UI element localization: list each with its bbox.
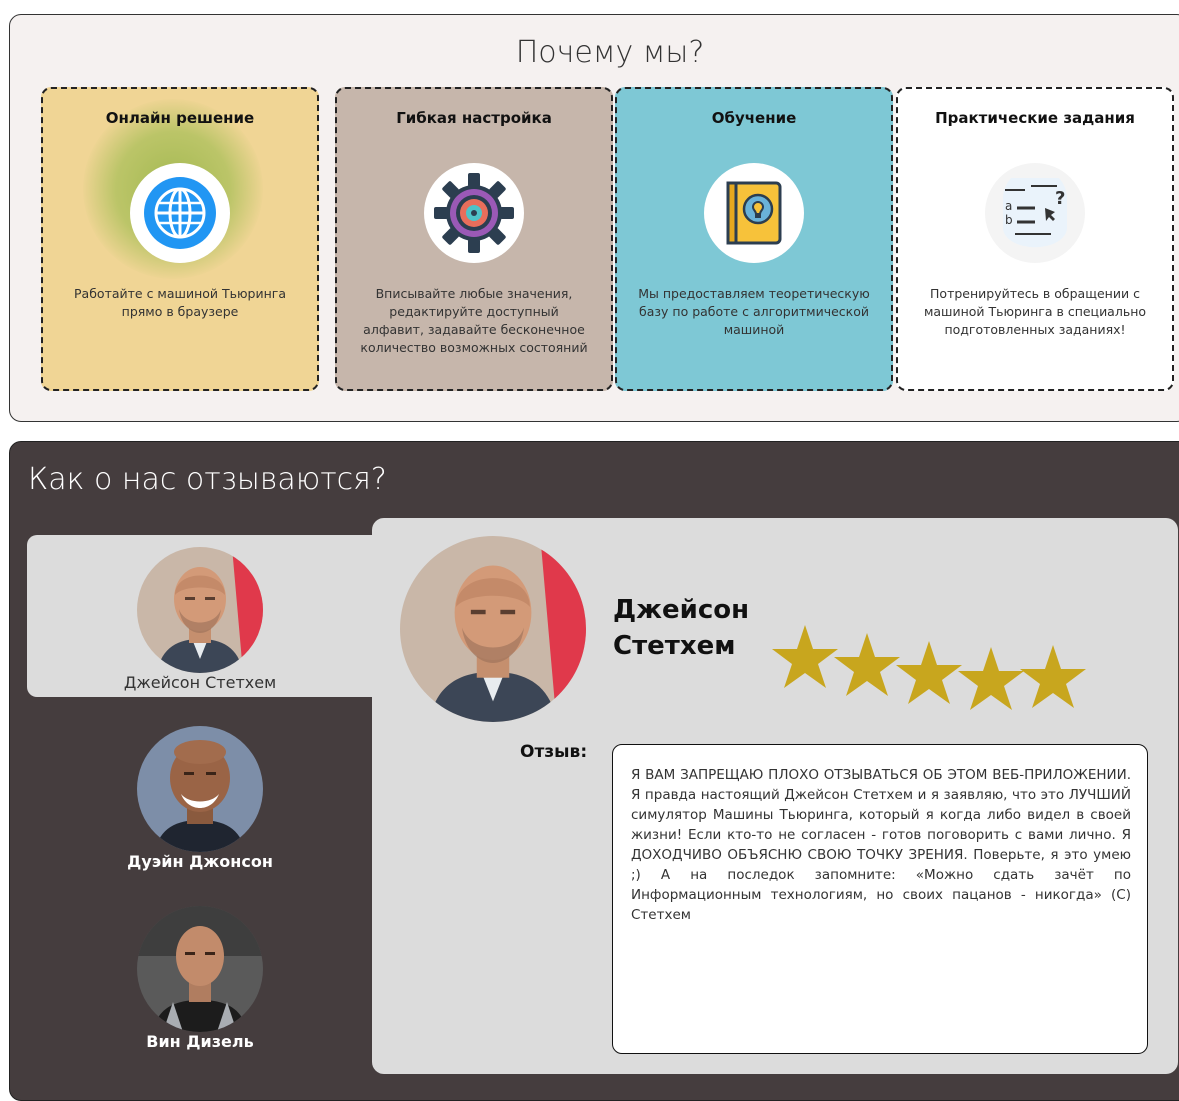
reviewer-name: Дуэйн Джонсон: [127, 852, 273, 871]
feature-card-practice: Практические задания ? a b Потренируйтес…: [896, 87, 1174, 391]
rating-stars: [772, 623, 1092, 717]
feature-card-title: Гибкая настройка: [396, 109, 552, 127]
gear-icon: [424, 163, 524, 263]
reviewer-item-johnson[interactable]: Дуэйн Джонсон: [27, 714, 373, 874]
svg-text:?: ?: [1055, 188, 1065, 209]
avatar: [400, 536, 586, 722]
feature-card-online: Онлайн решение Работайте с машиной Тьюри…: [41, 87, 319, 391]
review-detail-panel: Джейсон Стетхем Отзыв: Я ВАМ ЗАПРЕЩАЮ ПЛ…: [372, 518, 1178, 1074]
star-icon: [772, 625, 838, 688]
reviewer-item-diesel[interactable]: Вин Дизель: [27, 894, 373, 1054]
quiz-icon: ? a b: [985, 163, 1085, 263]
svg-text:b: b: [1005, 213, 1013, 227]
feature-card-title: Онлайн решение: [105, 109, 255, 127]
reviews-section: Как о нас отзываются? Джейсон Стетхем Ду…: [9, 441, 1179, 1101]
avatar: [137, 726, 263, 852]
reviewer-name: Вин Дизель: [146, 1032, 254, 1051]
reviewer-item-statham[interactable]: Джейсон Стетхем: [27, 535, 373, 697]
feature-card-title: Обучение: [711, 109, 797, 127]
feature-card-description: Работайте с машиной Тьюринга прямо в бра…: [74, 286, 286, 319]
star-icon: [958, 647, 1024, 710]
feature-card-learning: Обучение Мы предоставляем теоретическую …: [615, 87, 893, 391]
feature-card-settings: Гибкая настройка Вписывайте любые значен…: [335, 87, 613, 391]
selected-reviewer-name: Джейсон Стетхем: [613, 595, 750, 661]
star-icon: [1020, 645, 1086, 708]
lightbulb-book-icon: [704, 163, 804, 263]
review-text: Я ВАМ ЗАПРЕЩАЮ ПЛОХО ОТЗЫВАТЬСЯ ОБ ЭТОМ …: [612, 744, 1148, 1054]
reviews-title: Как о нас отзываются?: [28, 462, 387, 497]
why-us-title: Почему мы?: [515, 35, 705, 70]
svg-text:a: a: [1005, 199, 1012, 213]
feature-card-title: Практические задания: [935, 109, 1135, 127]
star-icon: [834, 633, 900, 696]
reviewer-name: Джейсон Стетхем: [123, 673, 277, 692]
review-label: Отзыв:: [520, 742, 588, 762]
feature-card-description: Вписывайте любые значения, редактируйте …: [360, 286, 588, 355]
star-icon: [896, 641, 962, 704]
avatar: [137, 547, 263, 673]
feature-card-description: Мы предоставляем теоретическую базу по р…: [638, 286, 870, 337]
feature-card-description: Потренируйтесь в обращении с машиной Тью…: [923, 286, 1147, 337]
why-us-section: Почему мы? Онлайн решение Работайте с ма…: [9, 14, 1179, 422]
globe-icon: [130, 163, 230, 263]
avatar: [137, 906, 263, 1032]
